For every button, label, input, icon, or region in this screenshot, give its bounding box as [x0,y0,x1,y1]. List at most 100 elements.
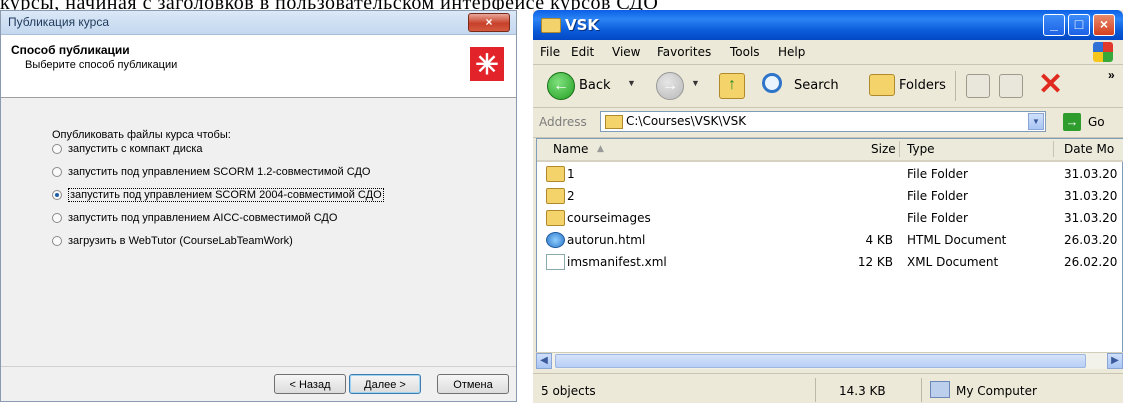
scrollbar-thumb[interactable] [555,354,1086,368]
scroll-right-icon[interactable]: ▶ [1107,353,1123,369]
option-label: загрузить в WebTutor (CourseLabTeamWork) [68,235,293,247]
list-item[interactable]: 2 File Folder 31.03.20 [537,185,1123,207]
copy-to-icon[interactable] [999,74,1023,98]
file-type: File Folder [907,189,968,203]
address-bar: Address C:\Courses\VSK\VSK ▼ → Go [533,108,1123,138]
html-file-icon [546,232,565,248]
delete-icon[interactable]: ✕ [1038,67,1063,102]
file-name: 2 [567,189,575,203]
move-to-icon[interactable] [966,74,990,98]
menu-edit[interactable]: Edit [571,45,594,59]
status-divider [921,378,922,402]
dialog-header: Способ публикации Выберите способ публик… [1,35,516,98]
option-label: запустить под управлением AICC-совместим… [68,212,338,224]
file-name: 1 [567,167,575,181]
list-item[interactable]: 1 File Folder 31.03.20 [537,163,1123,185]
option-label: запустить под управлением SCORM 1.2-совм… [68,166,371,178]
search-icon[interactable] [762,73,782,93]
next-button[interactable]: Далее > [349,374,421,394]
toolbar-overflow-chevron-icon[interactable]: » [1108,68,1115,82]
file-date: 31.03.20 [1064,189,1118,203]
back-dropdown-icon[interactable]: ▼ [627,78,636,88]
address-label: Address [539,115,587,129]
folder-up-icon[interactable]: ↑ [719,73,745,99]
header-subtitle: Выберите способ публикации [25,59,178,71]
radio-button-icon[interactable] [52,213,62,223]
courselab-logo-icon: ✳ [470,47,504,81]
file-name: courseimages [567,211,651,225]
column-divider[interactable] [899,141,900,157]
go-label[interactable]: Go [1088,115,1105,129]
status-size: 14.3 KB [839,384,886,398]
column-type[interactable]: Type [907,142,935,156]
close-button[interactable]: × [1093,14,1115,36]
cropped-caption-text: курсы, начиная с заголовков в пользовате… [0,0,1123,10]
option-webtutor[interactable]: загрузить в WebTutor (CourseLabTeamWork) [52,233,293,249]
column-date[interactable]: Date Mo [1064,142,1114,156]
explorer-window: VSK _ □ × File Edit View Favorites Tools… [533,10,1123,403]
list-item[interactable]: autorun.html 4 KB HTML Document 26.03.20 [537,229,1123,251]
horizontal-scrollbar[interactable]: ◀ ▶ [536,352,1123,369]
folders-label[interactable]: Folders [899,78,946,93]
menu-file[interactable]: File [540,45,560,59]
status-divider [815,378,816,402]
radio-button-icon[interactable] [52,236,62,246]
menu-tools[interactable]: Tools [730,45,760,59]
option-scorm12[interactable]: запустить под управлением SCORM 1.2-совм… [52,164,370,180]
back-button[interactable]: < Назад [274,374,346,394]
radio-button-checked-icon[interactable] [52,190,62,200]
folders-icon[interactable] [869,74,895,96]
list-header: Name ▲ Size Type Date Mo [537,139,1123,162]
option-label: запустить под управлением SCORM 2004-сов… [68,188,384,202]
forward-arrow-icon[interactable]: → [656,72,684,100]
standard-toolbar: ← Back ▼ → ▼ ↑ Search Folders ✕ » [533,65,1123,108]
folder-icon [546,188,565,204]
forward-dropdown-icon[interactable]: ▼ [691,78,700,88]
search-label[interactable]: Search [794,78,839,93]
option-aicc[interactable]: запустить под управлением AICC-совместим… [52,210,337,226]
window-title: VSK [565,16,600,34]
file-size: 4 KB [865,233,893,247]
address-value: C:\Courses\VSK\VSK [626,114,747,128]
radio-button-icon[interactable] [52,167,62,177]
option-cd[interactable]: запустить с компакт диска [52,141,203,157]
back-label[interactable]: Back [579,78,611,93]
status-object-count: 5 objects [541,384,596,398]
list-item[interactable]: courseimages File Folder 31.03.20 [537,207,1123,229]
radio-button-icon[interactable] [52,144,62,154]
publish-prompt: Опубликовать файлы курса чтобы: [52,129,231,141]
scroll-left-icon[interactable]: ◀ [536,353,552,369]
file-size: 12 KB [857,255,893,269]
address-dropdown-icon[interactable]: ▼ [1028,113,1044,130]
file-name: autorun.html [567,233,646,247]
list-item[interactable]: imsmanifest.xml 12 KB XML Document 26.02… [537,251,1123,273]
back-arrow-icon[interactable]: ← [547,72,575,100]
menu-help[interactable]: Help [778,45,805,59]
status-bar: 5 objects 14.3 KB My Computer [533,373,1123,403]
file-list: Name ▲ Size Type Date Mo 1 File Folder 3… [536,138,1123,368]
menu-favorites[interactable]: Favorites [657,45,711,59]
file-date: 26.03.20 [1064,233,1118,247]
dialog-divider [1,366,516,367]
maximize-button[interactable]: □ [1068,14,1090,36]
folder-icon [541,18,561,33]
file-date: 31.03.20 [1064,211,1118,225]
file-type: HTML Document [907,233,1007,247]
column-size[interactable]: Size [871,142,896,156]
dialog-titlebar: Публикация курса × [1,11,516,35]
file-name: imsmanifest.xml [567,255,667,269]
option-scorm2004[interactable]: запустить под управлением SCORM 2004-сов… [52,187,384,203]
column-name[interactable]: Name [553,142,588,156]
dialog-close-button[interactable]: × [468,13,510,32]
file-type: XML Document [907,255,999,269]
folder-icon [605,115,623,129]
menu-view[interactable]: View [612,45,640,59]
address-input[interactable]: C:\Courses\VSK\VSK ▼ [600,111,1046,132]
minimize-button[interactable]: _ [1043,14,1065,36]
file-type: File Folder [907,211,968,225]
go-arrow-icon[interactable]: → [1063,113,1081,131]
column-divider[interactable] [1053,141,1054,157]
cancel-button[interactable]: Отмена [437,374,509,394]
file-date: 26.02.20 [1064,255,1118,269]
menu-bar: File Edit View Favorites Tools Help [533,40,1123,65]
